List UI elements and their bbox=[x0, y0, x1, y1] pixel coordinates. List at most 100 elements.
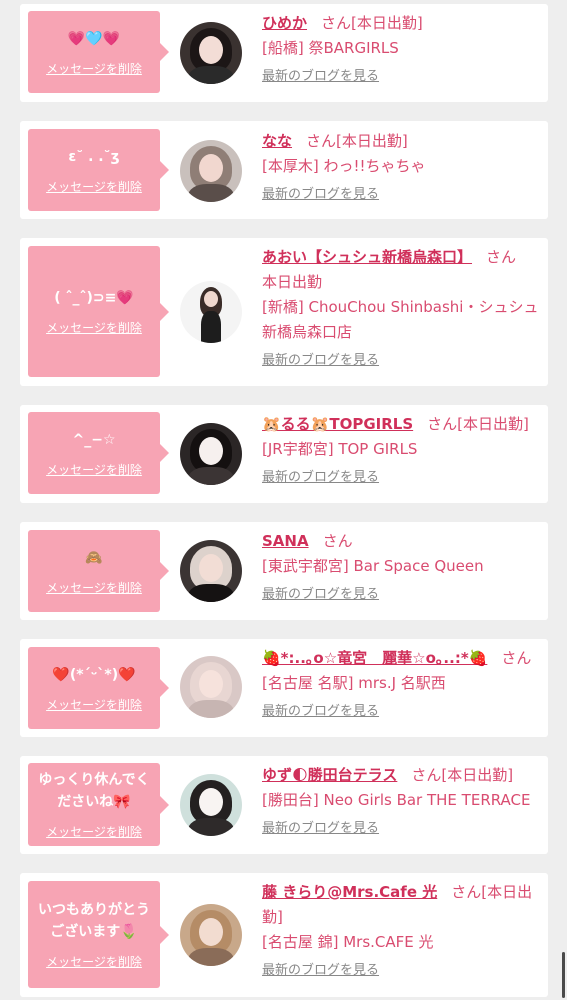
delete-message-link[interactable]: メッセージを削除 bbox=[46, 60, 142, 77]
shop-text: [名古屋 名駅] mrs.J 名駅西 bbox=[262, 674, 446, 692]
message-card: ( ˆ_ˆ)⊃≡💗 メッセージを削除 あおい【シュシュ新橋烏森口】 さん本日出勤 … bbox=[20, 238, 548, 386]
latest-blog-link[interactable]: 最新のブログを見る bbox=[262, 819, 379, 839]
card-info: なな さん[本日出勤] [本厚木] わっ!!ちゃちゃ 最新のブログを見る bbox=[262, 129, 544, 205]
avatar[interactable] bbox=[180, 140, 242, 202]
name-line: 🍓*:..｡o☆竜宮 麗華☆o｡..:*🍓 さん bbox=[262, 646, 544, 671]
status-text: [本日出勤] bbox=[351, 14, 423, 32]
avatar-body bbox=[188, 66, 234, 84]
avatar-body bbox=[188, 584, 234, 602]
status-text: [本日出勤] bbox=[457, 415, 529, 433]
honorific: さん bbox=[321, 14, 352, 32]
name-line: あおい【シュシュ新橋烏森口】 さん本日出勤 bbox=[262, 245, 544, 295]
user-name-link[interactable]: ゆず🌓勝田台テラス bbox=[262, 766, 397, 784]
card-info: 藤 きらり@Mrs.Cafe 光さん[本日出勤] [名古屋 錦] Mrs.CAF… bbox=[262, 880, 544, 981]
message-card: ゆっくり休んでくださいね🎀 メッセージを削除 ゆず🌓勝田台テラス さん[本日出勤]… bbox=[20, 756, 548, 854]
latest-blog-link[interactable]: 最新のブログを見る bbox=[262, 702, 379, 722]
delete-message-link[interactable]: メッセージを削除 bbox=[46, 178, 142, 195]
message-bubble: ( ˆ_ˆ)⊃≡💗 メッセージを削除 bbox=[28, 246, 169, 377]
avatar[interactable] bbox=[180, 656, 242, 718]
avatar[interactable] bbox=[180, 774, 242, 836]
name-line: ひめか さん[本日出勤] bbox=[262, 11, 544, 36]
avatar-face bbox=[199, 670, 223, 698]
message-card: ❤️(*ˊᵕˋ*)❤️ メッセージを削除 🍓*:..｡o☆竜宮 麗華☆o｡..:… bbox=[20, 639, 548, 737]
avatar[interactable] bbox=[180, 281, 242, 343]
latest-blog-link[interactable]: 最新のブログを見る bbox=[262, 351, 379, 371]
user-name-link[interactable]: 🍓*:..｡o☆竜宮 麗華☆o｡..:*🍓 bbox=[262, 649, 487, 667]
card-info: あおい【シュシュ新橋烏森口】 さん本日出勤 [新橋] ChouChou Shinb… bbox=[262, 245, 544, 371]
shop-text: [本厚木] わっ!!ちゃちゃ bbox=[262, 157, 426, 175]
shop-text: [勝田台] Neo Girls Bar THE TERRACE bbox=[262, 791, 531, 809]
user-name-link[interactable]: なな bbox=[262, 132, 292, 150]
message-card: ^_−☆ メッセージを削除 🐹るる🐹TOPGIRLS さん[本日出勤] [JR宇都… bbox=[20, 405, 548, 503]
avatar-body bbox=[188, 184, 234, 202]
user-name-link[interactable]: あおい【シュシュ新橋烏森口】 bbox=[262, 248, 472, 266]
latest-blog-link[interactable]: 最新のブログを見る bbox=[262, 185, 379, 205]
honorific: さん bbox=[486, 248, 517, 266]
message-bubble: ε˘ . .˘ʒ メッセージを削除 bbox=[28, 129, 169, 211]
name-line: 藤 きらり@Mrs.Cafe 光さん[本日出勤] bbox=[262, 880, 544, 930]
honorific: さん bbox=[411, 766, 442, 784]
user-name-link[interactable]: SANA bbox=[262, 532, 309, 550]
message-bubble: 🙈 メッセージを削除 bbox=[28, 530, 169, 612]
message-text: ε˘ . .˘ʒ bbox=[68, 148, 120, 165]
avatar-body bbox=[188, 818, 234, 836]
latest-blog-link[interactable]: 最新のブログを見る bbox=[262, 961, 379, 981]
delete-message-link[interactable]: メッセージを削除 bbox=[46, 461, 142, 478]
delete-message-link[interactable]: メッセージを削除 bbox=[46, 319, 142, 336]
user-name-link[interactable]: 🐹るる🐹TOPGIRLS bbox=[262, 415, 413, 433]
name-line: なな さん[本日出勤] bbox=[262, 129, 544, 154]
avatar-face bbox=[199, 554, 223, 582]
shop-text: [JR宇都宮] TOP GIRLS bbox=[262, 440, 418, 458]
status-text: [本日出勤] bbox=[441, 766, 514, 784]
message-card: ε˘ . .˘ʒ メッセージを削除 なな さん[本日出勤] [本厚木] わっ!!ち… bbox=[20, 121, 548, 219]
message-text: ^_−☆ bbox=[72, 431, 116, 448]
message-card: いつもありがとうございます🌷 メッセージを削除 藤 きらり@Mrs.Cafe 光… bbox=[20, 873, 548, 997]
avatar-face bbox=[199, 437, 223, 465]
message-bubble: ゆっくり休んでくださいね🎀 メッセージを削除 bbox=[28, 763, 169, 846]
avatar-body bbox=[201, 311, 221, 343]
message-text: ( ˆ_ˆ)⊃≡💗 bbox=[54, 290, 134, 306]
avatar-face bbox=[204, 291, 218, 307]
shop-text: [新橋] ChouChou Shinbashi・シュシュ新橋烏森口店 bbox=[262, 298, 539, 341]
delete-message-link[interactable]: メッセージを削除 bbox=[46, 579, 142, 596]
latest-blog-link[interactable]: 最新のブログを見る bbox=[262, 468, 379, 488]
avatar[interactable] bbox=[180, 904, 242, 966]
shop-text: [名古屋 錦] Mrs.CAFE 光 bbox=[262, 933, 434, 951]
card-info: SANA さん [東武宇都宮] Bar Space Queen 最新のブログを見る bbox=[262, 529, 544, 605]
avatar[interactable] bbox=[180, 22, 242, 84]
avatar-face bbox=[199, 36, 223, 64]
user-name-link[interactable]: 藤 きらり@Mrs.Cafe 光 bbox=[262, 883, 437, 901]
honorific: さん bbox=[501, 649, 532, 667]
avatar-body bbox=[188, 467, 234, 485]
card-info: 🐹るる🐹TOPGIRLS さん[本日出勤] [JR宇都宮] TOP GIRLS 最… bbox=[262, 412, 544, 488]
message-bubble: ^_−☆ メッセージを削除 bbox=[28, 412, 169, 494]
name-line: 🐹るる🐹TOPGIRLS さん[本日出勤] bbox=[262, 412, 544, 437]
shop-text: [東武宇都宮] Bar Space Queen bbox=[262, 557, 484, 575]
message-text: 🙈 bbox=[85, 549, 103, 566]
user-name-link[interactable]: ひめか bbox=[262, 14, 307, 32]
honorific: さん bbox=[322, 532, 353, 550]
message-bubble: 💗🩵💗 メッセージを削除 bbox=[28, 11, 169, 93]
status-text: [本日出勤] bbox=[336, 132, 408, 150]
avatar-face bbox=[199, 918, 223, 946]
status-text: 本日出勤 bbox=[262, 273, 323, 291]
avatar[interactable] bbox=[180, 540, 242, 602]
message-text: 💗🩵💗 bbox=[67, 30, 121, 47]
message-card: 🙈 メッセージを削除 SANA さん [東武宇都宮] Bar Space Quee… bbox=[20, 522, 548, 620]
delete-message-link[interactable]: メッセージを削除 bbox=[46, 953, 142, 970]
latest-blog-link[interactable]: 最新のブログを見る bbox=[262, 67, 379, 87]
avatar-body bbox=[188, 948, 234, 966]
scrollbar-thumb[interactable] bbox=[562, 952, 565, 998]
card-info: ゆず🌓勝田台テラス さん[本日出勤] [勝田台] Neo Girls Bar TH… bbox=[262, 763, 544, 839]
avatar-body bbox=[188, 700, 234, 718]
card-info: ひめか さん[本日出勤] [船橋] 祭BARGIRLS 最新のブログを見る bbox=[262, 11, 544, 87]
honorific: さん bbox=[451, 883, 482, 901]
message-text: ゆっくり休んでくださいね🎀 bbox=[38, 772, 150, 810]
message-card: 💗🩵💗 メッセージを削除 ひめか さん[本日出勤] [船橋] 祭BARGIRLS … bbox=[20, 4, 548, 102]
message-bubble: ❤️(*ˊᵕˋ*)❤️ メッセージを削除 bbox=[28, 647, 169, 729]
delete-message-link[interactable]: メッセージを削除 bbox=[46, 823, 142, 840]
delete-message-link[interactable]: メッセージを削除 bbox=[46, 696, 142, 713]
avatar[interactable] bbox=[180, 423, 242, 485]
name-line: SANA さん bbox=[262, 529, 544, 554]
latest-blog-link[interactable]: 最新のブログを見る bbox=[262, 585, 379, 605]
